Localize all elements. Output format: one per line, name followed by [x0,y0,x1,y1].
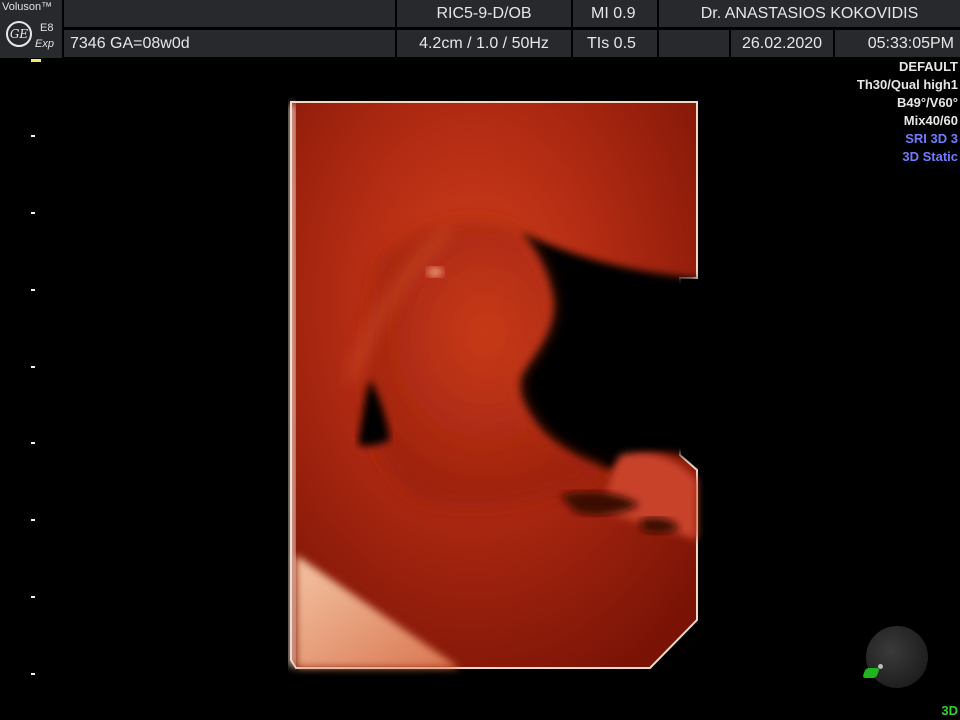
3d-mode-indicator: 3D [941,703,958,718]
threshold-label: Th30/Qual high1 [856,77,958,92]
mode-label: 3D Static [902,149,958,164]
mix-label: Mix40/60 [903,113,958,128]
sri-label: SRI 3D 3 [905,131,958,146]
acquisition-info-panel: DEFAULT Th30/Qual high1 B49°/V60° Mix40/… [857,58,958,166]
orientation-ball-icon[interactable] [866,626,928,688]
preset-label: DEFAULT [899,59,958,74]
3d-render-image [289,101,698,669]
angles-label: B49°/V60° [897,95,958,110]
